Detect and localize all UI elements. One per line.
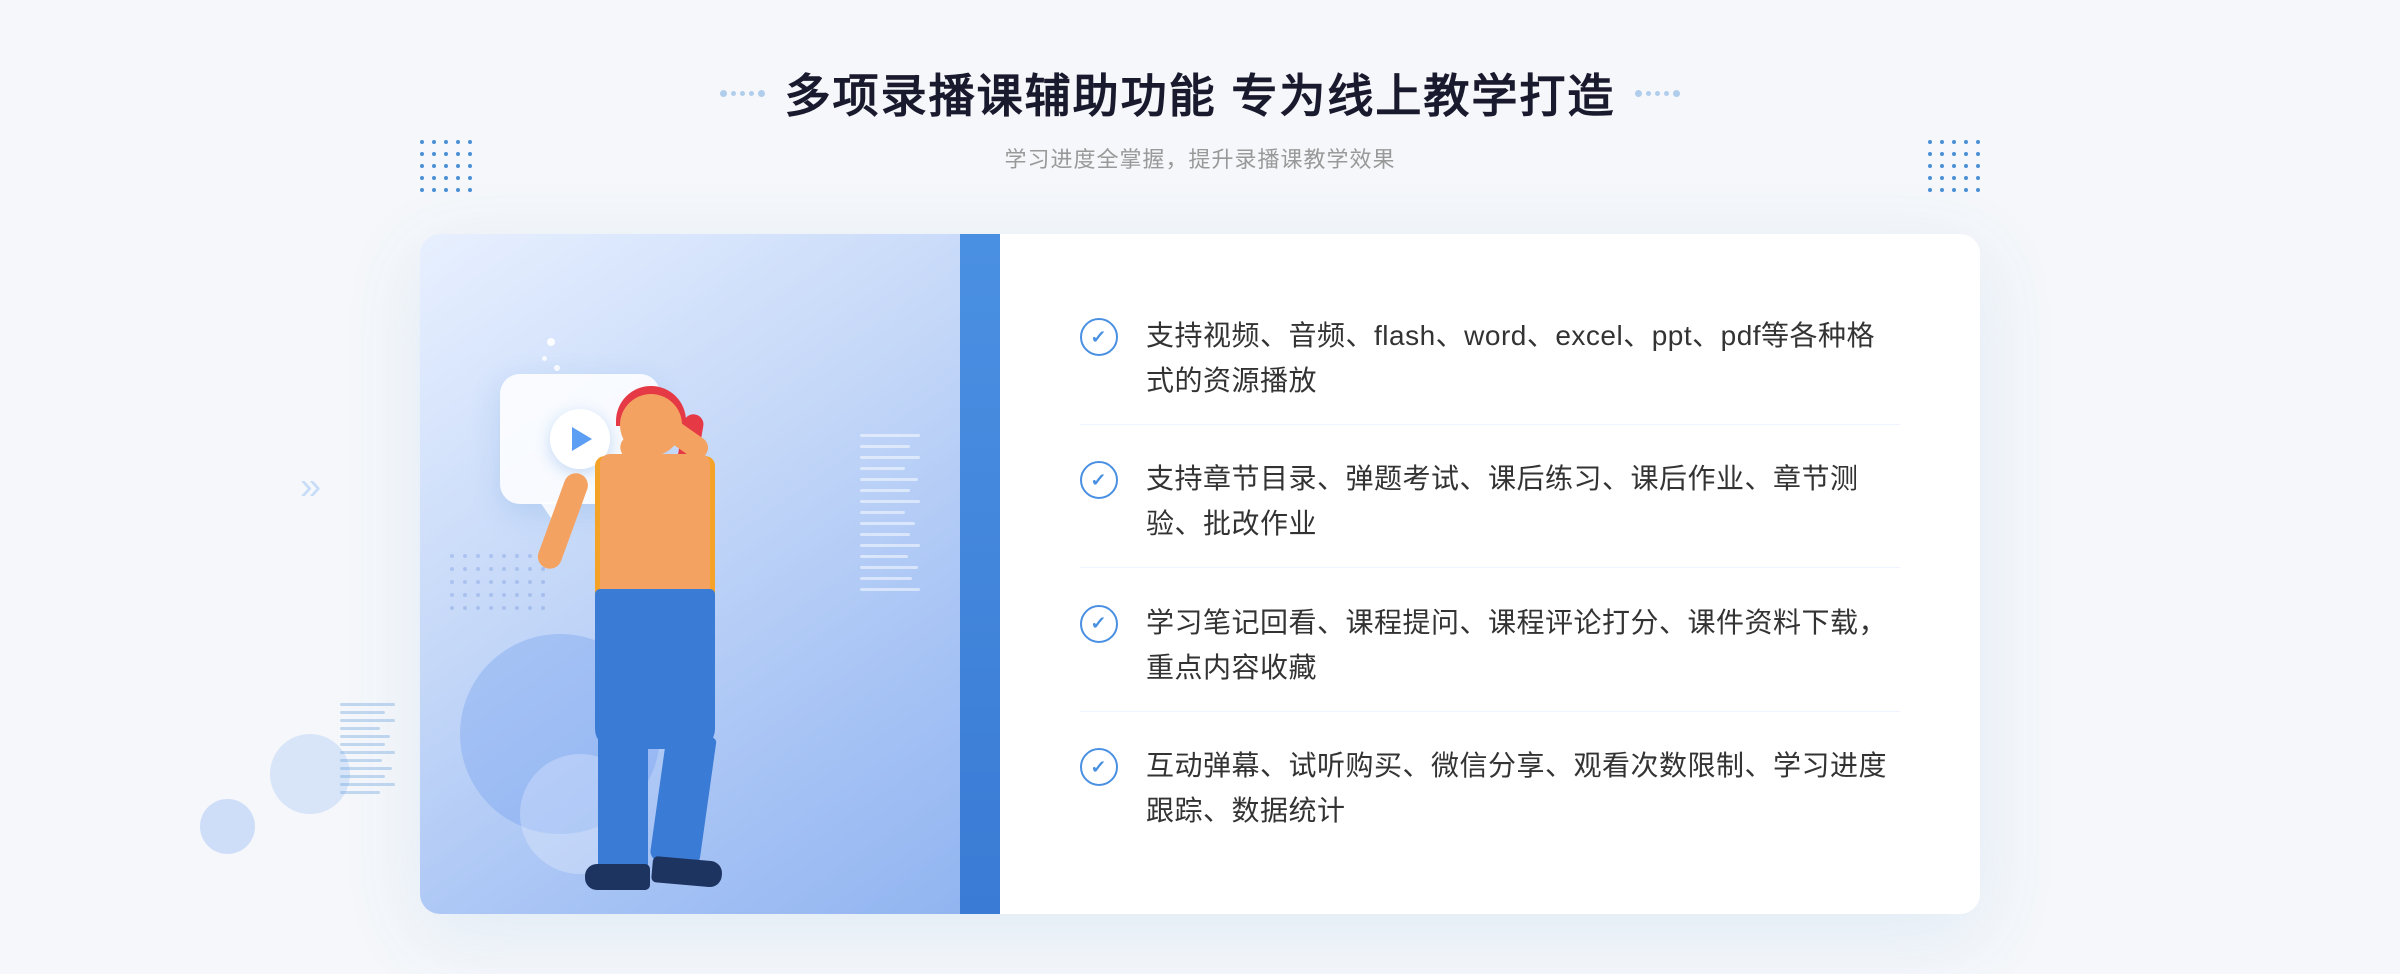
ill-dot-grid bbox=[450, 554, 545, 610]
check-icon-1: ✓ bbox=[1080, 318, 1118, 356]
illustration-area bbox=[420, 234, 1000, 914]
feature-item-2: ✓ 支持章节目录、弹题考试、课后练习、课后作业、章节测验、批改作业 bbox=[1080, 437, 1900, 568]
header-title-row: 多项录播课辅助功能 专为线上教学打造 bbox=[720, 60, 1681, 126]
check-icon-4: ✓ bbox=[1080, 748, 1118, 786]
content-card: ✓ 支持视频、音频、flash、word、excel、ppt、pdf等各种格式的… bbox=[420, 234, 1980, 914]
title-deco-right bbox=[1635, 90, 1680, 97]
deco-dots-top-left bbox=[420, 140, 472, 192]
title-deco-left bbox=[720, 90, 765, 97]
check-mark-3: ✓ bbox=[1091, 613, 1108, 634]
check-mark-2: ✓ bbox=[1091, 470, 1108, 491]
page-wrapper: » 多项录播课辅助功能 专为线上教学打造 学习进度全掌握，提升录播课教学效果 bbox=[0, 0, 2400, 974]
figure-illustration bbox=[540, 394, 880, 914]
header-section: 多项录播课辅助功能 专为线上教学打造 学习进度全掌握，提升录播课教学效果 bbox=[720, 60, 1681, 174]
feature-item-1: ✓ 支持视频、音频、flash、word、excel、ppt、pdf等各种格式的… bbox=[1080, 294, 1900, 425]
deco-dots-top-right bbox=[1928, 140, 1980, 192]
check-mark-4: ✓ bbox=[1091, 757, 1108, 778]
deco-circle-1 bbox=[270, 734, 350, 814]
feature-item-4: ✓ 互动弹幕、试听购买、微信分享、观看次数限制、学习进度跟踪、数据统计 bbox=[1080, 724, 1900, 854]
stripe-deco-left bbox=[340, 703, 395, 794]
left-chevron-deco: » bbox=[300, 466, 321, 509]
page-subtitle: 学习进度全掌握，提升录播课教学效果 bbox=[720, 142, 1681, 174]
feature-item-3: ✓ 学习笔记回看、课程提问、课程评论打分、课件资料下载，重点内容收藏 bbox=[1080, 581, 1900, 712]
features-panel: ✓ 支持视频、音频、flash、word、excel、ppt、pdf等各种格式的… bbox=[1000, 234, 1980, 914]
check-icon-3: ✓ bbox=[1080, 605, 1118, 643]
deco-circle-2 bbox=[200, 799, 255, 854]
feature-text-2: 支持章节目录、弹题考试、课后练习、课后作业、章节测验、批改作业 bbox=[1146, 457, 1900, 547]
blue-sidebar-accent bbox=[960, 234, 1000, 914]
feature-text-3: 学习笔记回看、课程提问、课程评论打分、课件资料下载，重点内容收藏 bbox=[1146, 601, 1900, 691]
check-icon-2: ✓ bbox=[1080, 461, 1118, 499]
check-mark-1: ✓ bbox=[1091, 327, 1108, 348]
page-title: 多项录播课辅助功能 专为线上教学打造 bbox=[785, 60, 1616, 126]
sparkle-dots bbox=[540, 344, 552, 371]
feature-text-4: 互动弹幕、试听购买、微信分享、观看次数限制、学习进度跟踪、数据统计 bbox=[1146, 744, 1900, 834]
feature-text-1: 支持视频、音频、flash、word、excel、ppt、pdf等各种格式的资源… bbox=[1146, 314, 1900, 404]
